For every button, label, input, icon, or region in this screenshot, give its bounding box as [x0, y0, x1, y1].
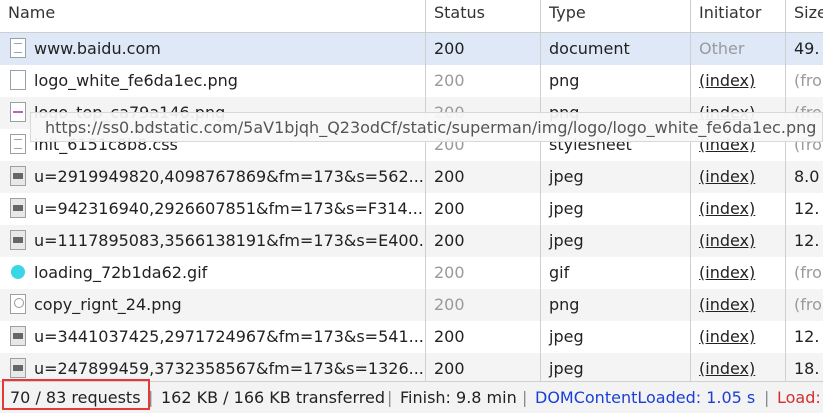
request-row[interactable]: loading_72b1da62.gif 200 gif (index) (fr…	[0, 257, 823, 289]
column-header-name[interactable]: Name	[0, 0, 426, 32]
name-cell: u=1117895083,3566138191&fm=173&s=E400...	[0, 225, 426, 257]
type-cell: png	[541, 65, 691, 97]
status-cell: 200	[426, 257, 541, 289]
initiator-cell: (index)	[691, 289, 786, 321]
request-name: logo_white_fe6da1ec.png	[34, 71, 238, 90]
url-tooltip: https://ss0.bdstatic.com/5aV1bjqh_Q23odC…	[30, 112, 823, 142]
name-cell: u=2919949820,4098767869&fm=173&s=562...	[0, 161, 426, 193]
initiator-cell: (index)	[691, 257, 786, 289]
status-cell: 200	[426, 33, 541, 65]
request-row[interactable]: u=3441037425,2971724967&fm=173&s=541... …	[0, 321, 823, 353]
initiator-link[interactable]: (index)	[699, 167, 755, 186]
size-cell: 49.	[794, 39, 820, 58]
finish-time: Finish: 9.8 min	[400, 388, 517, 407]
request-row[interactable]: logo_white_fe6da1ec.png 200 png (index) …	[0, 65, 823, 97]
status-cell: 200	[426, 321, 541, 353]
type-cell: gif	[541, 257, 691, 289]
type-cell: document	[541, 33, 691, 65]
jpeg-thumb-icon	[10, 357, 26, 378]
request-row[interactable]: copy_rignt_24.png 200 png (index) (fro	[0, 289, 823, 321]
name-cell: u=942316940,2926607851&fm=173&s=F314...	[0, 193, 426, 225]
type-cell: jpeg	[541, 161, 691, 193]
image-thumb-icon	[10, 101, 26, 122]
request-row[interactable]: u=2919949820,4098767869&fm=173&s=562... …	[0, 161, 823, 193]
gif-thumb-icon	[10, 262, 26, 282]
jpeg-thumb-icon	[10, 165, 26, 186]
name-cell: www.baidu.com	[0, 33, 426, 65]
document-icon	[10, 37, 26, 58]
name-cell: logo_white_fe6da1ec.png	[0, 65, 426, 97]
name-cell: loading_72b1da62.gif	[0, 257, 426, 289]
type-cell: png	[541, 289, 691, 321]
network-request-list: www.baidu.com 200 document Other 49. log…	[0, 33, 823, 385]
request-name: u=247899459,3732358567&fm=173&s=1326...	[34, 359, 424, 378]
jpeg-thumb-icon	[10, 197, 26, 218]
network-table-header: Name Status Type Initiator Size	[0, 0, 823, 33]
initiator-link[interactable]: (index)	[699, 327, 755, 346]
initiator-link[interactable]: (index)	[699, 71, 755, 90]
initiator-cell: (index)	[691, 193, 786, 225]
separator: |	[387, 388, 393, 407]
status-cell: 200	[426, 161, 541, 193]
initiator-link[interactable]: (index)	[699, 359, 755, 378]
png-file-icon	[10, 69, 26, 90]
initiator-cell: (index)	[691, 321, 786, 353]
initiator-cell: (index)	[691, 65, 786, 97]
size-cell: (fro	[794, 295, 822, 314]
request-name: u=1117895083,3566138191&fm=173&s=E400...	[34, 231, 426, 250]
status-cell: 200	[426, 225, 541, 257]
column-header-size[interactable]: Size	[786, 0, 823, 32]
css-file-icon	[10, 133, 26, 154]
initiator-link[interactable]: (index)	[699, 231, 755, 250]
separator: |	[522, 388, 528, 407]
request-row[interactable]: www.baidu.com 200 document Other 49.	[0, 33, 823, 65]
size-cell: 12.	[794, 231, 820, 250]
request-name: u=3441037425,2971724967&fm=173&s=541...	[34, 327, 424, 346]
initiator-link[interactable]: (index)	[699, 199, 755, 218]
name-cell: u=3441037425,2971724967&fm=173&s=541...	[0, 321, 426, 353]
load-time: Load:	[777, 388, 821, 407]
initiator-cell: Other	[691, 33, 786, 65]
jpeg-thumb-icon	[10, 229, 26, 250]
type-cell: jpeg	[541, 193, 691, 225]
size-cell: (fro	[794, 71, 822, 90]
size-cell: 8.0	[794, 167, 820, 186]
request-name: loading_72b1da62.gif	[34, 263, 208, 282]
requests-highlight-box	[2, 379, 150, 410]
transferred-size: 162 KB / 166 KB transferred	[161, 388, 385, 407]
request-name: www.baidu.com	[34, 39, 161, 58]
type-cell: jpeg	[541, 225, 691, 257]
column-header-status[interactable]: Status	[426, 0, 541, 32]
column-header-type[interactable]: Type	[541, 0, 691, 32]
status-cell: 200	[426, 289, 541, 321]
type-cell: jpeg	[541, 321, 691, 353]
initiator-link[interactable]: (index)	[699, 295, 755, 314]
png-thumb-icon	[10, 293, 26, 314]
size-cell: 12.	[794, 327, 820, 346]
initiator-cell: (index)	[691, 161, 786, 193]
dom-content-loaded: DOMContentLoaded: 1.05 s	[535, 388, 756, 407]
status-cell: 200	[426, 65, 541, 97]
status-cell: 200	[426, 193, 541, 225]
jpeg-thumb-icon	[10, 325, 26, 346]
request-name: u=2919949820,4098767869&fm=173&s=562...	[34, 167, 424, 186]
column-header-initiator[interactable]: Initiator	[691, 0, 786, 32]
size-cell: 12.	[794, 199, 820, 218]
request-row[interactable]: u=1117895083,3566138191&fm=173&s=E400...…	[0, 225, 823, 257]
request-row[interactable]: u=942316940,2926607851&fm=173&s=F314... …	[0, 193, 823, 225]
name-cell: copy_rignt_24.png	[0, 289, 426, 321]
size-cell: (fro	[794, 263, 822, 282]
request-name: u=942316940,2926607851&fm=173&s=F314...	[34, 199, 423, 218]
initiator-link[interactable]: (index)	[699, 263, 755, 282]
separator: |	[764, 388, 770, 407]
initiator-cell: (index)	[691, 225, 786, 257]
request-name: copy_rignt_24.png	[34, 295, 182, 314]
